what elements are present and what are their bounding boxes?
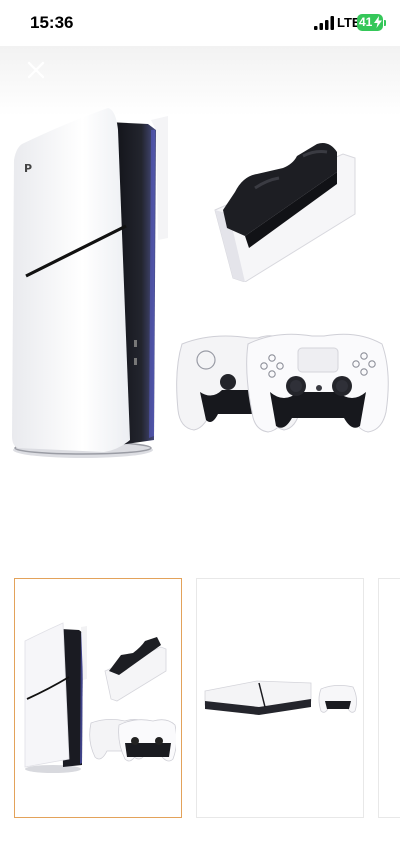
thumbnail-1-image <box>24 622 176 773</box>
console-image: P <box>12 108 168 458</box>
signal-bars-icon <box>314 16 334 30</box>
battery-icon: 41 <box>357 14 383 31</box>
battery-level: 41 <box>359 15 373 29</box>
battery-cap <box>384 20 386 26</box>
thumbnail-3[interactable] <box>378 578 400 818</box>
thumbnail-strip <box>0 578 400 823</box>
status-time: 15:36 <box>30 13 74 32</box>
thumbnail-2[interactable] <box>196 578 364 818</box>
thumbnail-1[interactable] <box>14 578 182 818</box>
controllers-image <box>176 333 389 433</box>
charging-station-image <box>214 143 356 282</box>
svg-text:P: P <box>24 162 32 175</box>
close-icon[interactable] <box>22 56 50 84</box>
thumbnail-2-image <box>204 680 357 715</box>
status-bar: 15:36 LTE 41 <box>0 0 400 46</box>
charging-bolt-icon <box>374 16 382 28</box>
